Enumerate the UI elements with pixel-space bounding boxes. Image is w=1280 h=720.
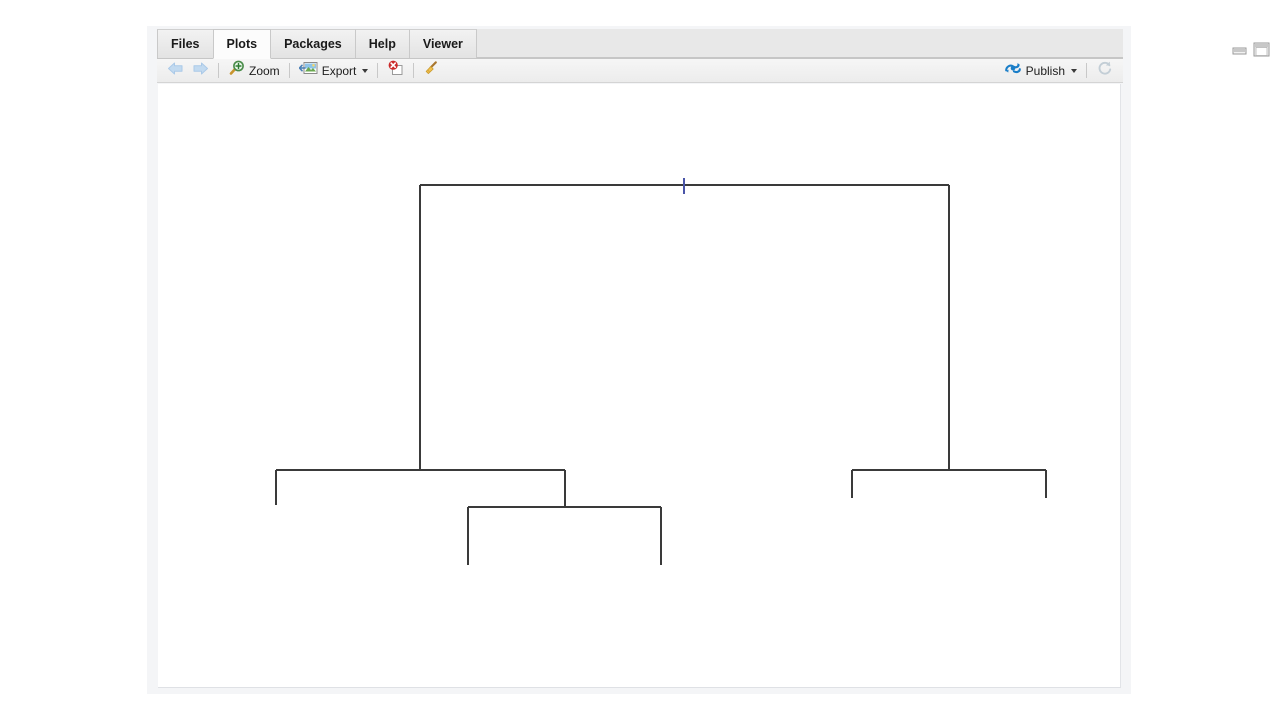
- zoom-button[interactable]: Zoom: [224, 60, 284, 81]
- tab-viewer-label: Viewer: [422, 37, 463, 51]
- refresh-button[interactable]: [1092, 61, 1117, 81]
- dendrogram-links: [275, 184, 1047, 565]
- zoom-label: Zoom: [249, 63, 280, 78]
- tab-plots[interactable]: Plots: [212, 29, 272, 59]
- tab-plots-label: Plots: [226, 37, 258, 51]
- tab-help-label: Help: [368, 37, 396, 51]
- toolbar-separator-2: [288, 63, 290, 78]
- maximize-icon[interactable]: [1253, 42, 1270, 57]
- broom-icon: [423, 60, 440, 81]
- tab-help[interactable]: Help: [354, 29, 410, 58]
- back-arrow-icon: [167, 61, 184, 81]
- tab-strip-filler: [476, 29, 1123, 58]
- publish-icon: [1004, 60, 1022, 81]
- tab-packages-label: Packages: [284, 37, 342, 51]
- clear-plots-button[interactable]: [419, 61, 444, 81]
- tab-viewer[interactable]: Viewer: [408, 29, 477, 58]
- plots-toolbar: Zoom Export Publish: [157, 59, 1123, 83]
- chevron-down-icon: [1071, 68, 1077, 73]
- tab-files-label: Files: [171, 37, 200, 51]
- publish-button[interactable]: Publish: [1000, 61, 1081, 81]
- toolbar-separator-3: [377, 63, 379, 78]
- dendrogram-plot: [275, 178, 1047, 565]
- toolbar-separator-4: [413, 63, 415, 78]
- plot-output-panel[interactable]: [158, 84, 1121, 688]
- tab-strip: Files Plots Packages Help Viewer: [157, 29, 1123, 59]
- toolbar-separator-5: [1086, 63, 1087, 78]
- magnifier-plus-icon: [228, 60, 245, 81]
- tab-packages[interactable]: Packages: [270, 29, 356, 58]
- tab-files[interactable]: Files: [157, 29, 214, 58]
- chevron-down-icon: [362, 68, 369, 73]
- rstudio-plots-window: Files Plots Packages Help Viewer Zoom Ex…: [0, 0, 1280, 720]
- forward-button[interactable]: [188, 61, 213, 81]
- minimize-icon[interactable]: [1232, 43, 1247, 56]
- toolbar-separator: [218, 63, 219, 78]
- export-image-icon: [298, 60, 318, 81]
- window-controls: [1232, 42, 1270, 57]
- publish-label: Publish: [1025, 63, 1065, 78]
- remove-plot-button[interactable]: [383, 60, 408, 81]
- refresh-icon: [1096, 60, 1113, 81]
- export-label: Export: [321, 63, 357, 78]
- back-button[interactable]: [163, 61, 188, 81]
- export-button[interactable]: Export: [295, 61, 373, 81]
- remove-plot-icon: [387, 60, 404, 81]
- forward-arrow-icon: [192, 61, 209, 81]
